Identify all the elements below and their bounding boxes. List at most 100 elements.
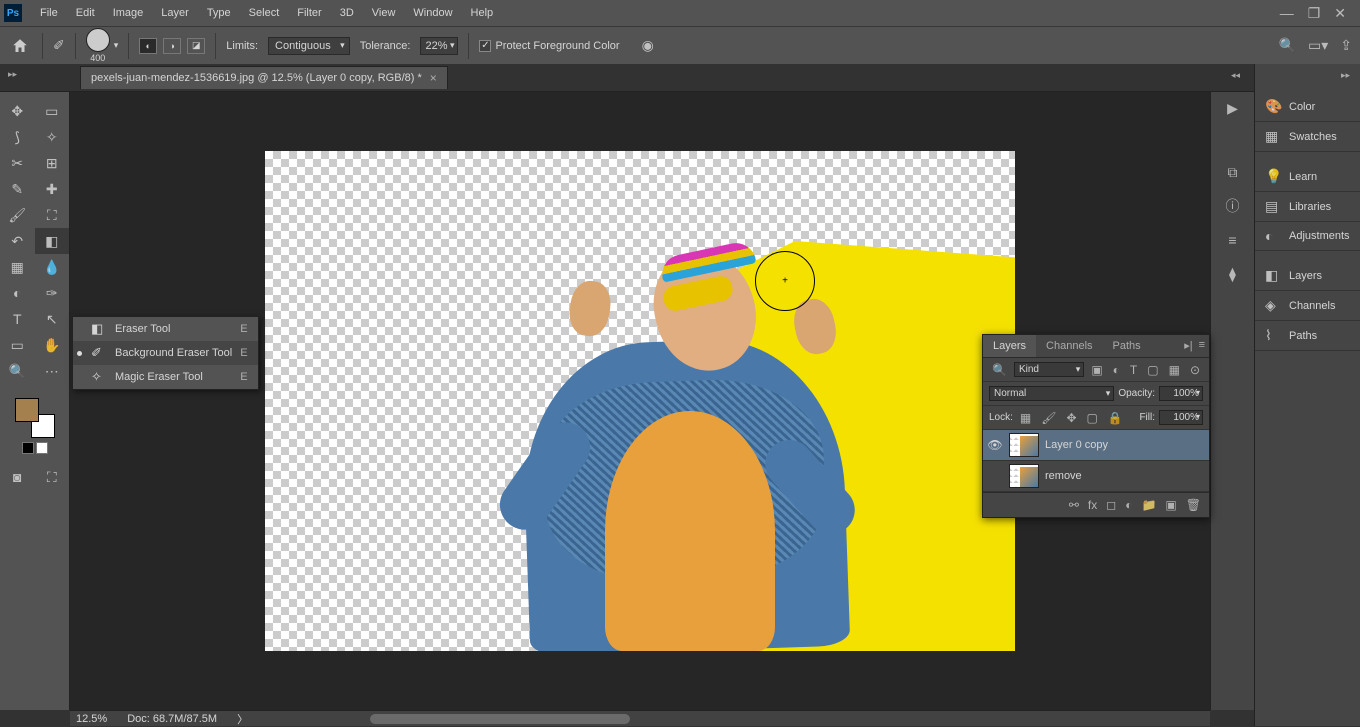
crop-tool[interactable]: ✂ xyxy=(0,150,35,176)
layer-row[interactable]: remove xyxy=(983,461,1209,492)
type-tool[interactable]: T xyxy=(0,306,35,332)
move-tool[interactable]: ✥ xyxy=(0,98,35,124)
zoom-level[interactable]: 12.5% xyxy=(76,713,107,725)
sampling-once-icon[interactable]: ◑ xyxy=(163,38,181,54)
info-icon[interactable]: ⓘ xyxy=(1221,194,1245,218)
layer-thumbnail[interactable] xyxy=(1009,433,1039,457)
lock-paint-icon[interactable]: 🖌 xyxy=(1038,411,1059,425)
play-icon[interactable]: ▶ xyxy=(1221,96,1245,120)
screenmode-tool[interactable]: ⛶ xyxy=(35,464,70,490)
limits-select[interactable]: Contiguous xyxy=(268,37,350,55)
eraser-tool[interactable]: ◧ xyxy=(35,228,70,254)
eyedropper-tool[interactable]: ✎ xyxy=(0,176,35,202)
layer-thumbnail[interactable] xyxy=(1009,464,1039,488)
lasso-tool[interactable]: ⟆ xyxy=(0,124,35,150)
panel-libraries[interactable]: ▤Libraries xyxy=(1255,192,1360,222)
rectangle-tool[interactable]: ▭ xyxy=(0,332,35,358)
stamp-tool[interactable]: ⛶ xyxy=(35,202,70,228)
menu-select[interactable]: Select xyxy=(241,3,288,23)
home-icon[interactable] xyxy=(8,34,32,58)
menu-file[interactable]: File xyxy=(32,3,66,23)
menu-image[interactable]: Image xyxy=(105,3,152,23)
expand-dock-icon[interactable]: ▸▸ xyxy=(8,69,17,80)
close-icon[interactable]: ✕ xyxy=(1334,5,1346,22)
menu-layer[interactable]: Layer xyxy=(153,3,197,23)
color-swatch[interactable] xyxy=(15,398,55,438)
current-tool-icon[interactable]: ✐ xyxy=(53,37,65,54)
collapse-dock-icon[interactable]: ▸▸ xyxy=(1341,70,1350,81)
brush-preset-picker[interactable]: 400 ▾ xyxy=(86,28,119,63)
swap-colors-icon[interactable] xyxy=(36,442,48,454)
flyout-eraser-tool[interactable]: ◧Eraser ToolE xyxy=(73,317,258,341)
minimize-icon[interactable]: — xyxy=(1280,5,1294,22)
marquee-tool[interactable]: ▭ xyxy=(35,98,70,124)
filter-shape-icon[interactable]: ▢ xyxy=(1144,363,1161,377)
layer-mask-icon[interactable]: ◻ xyxy=(1106,498,1116,512)
default-colors-icon[interactable] xyxy=(22,442,34,454)
lock-all-icon[interactable]: 🔒 xyxy=(1105,411,1126,425)
panel-color[interactable]: 🎨Color xyxy=(1255,92,1360,122)
menu-filter[interactable]: Filter xyxy=(289,3,329,23)
pressure-icon[interactable]: ◉ xyxy=(642,37,654,54)
styles-icon[interactable]: ⧫ xyxy=(1221,262,1245,286)
hand-tool[interactable]: ✋ xyxy=(35,332,70,358)
blend-mode-select[interactable]: Normal xyxy=(989,386,1114,401)
adjust-icon[interactable]: ≡ xyxy=(1221,228,1245,252)
panel-dock-icon[interactable]: ▸| xyxy=(1184,339,1192,352)
path-select-tool[interactable]: ↖ xyxy=(35,306,70,332)
panel-layers[interactable]: ◧Layers xyxy=(1255,261,1360,291)
quick-select-tool[interactable]: ✧ xyxy=(35,124,70,150)
panel-swatches[interactable]: ▦Swatches xyxy=(1255,122,1360,152)
new-layer-icon[interactable]: ▣ xyxy=(1165,498,1176,512)
heal-tool[interactable]: ✚ xyxy=(35,176,70,202)
sampling-swatch-icon[interactable]: ◪ xyxy=(187,38,205,54)
channels-tab[interactable]: Channels xyxy=(1036,335,1102,357)
menu-view[interactable]: View xyxy=(364,3,404,23)
frame-tool[interactable]: ⊞ xyxy=(35,150,70,176)
protect-fg-checkbox[interactable]: Protect Foreground Color xyxy=(479,40,619,52)
menu-window[interactable]: Window xyxy=(405,3,460,23)
lock-move-icon[interactable]: ✥ xyxy=(1063,411,1079,425)
panel-menu-icon[interactable]: ≡ xyxy=(1199,339,1205,352)
layer-filter-select[interactable]: Kind xyxy=(1014,362,1084,377)
filter-type-icon[interactable]: T xyxy=(1127,363,1140,377)
tolerance-input[interactable]: 22% xyxy=(420,37,458,55)
flyout-magic-eraser-tool[interactable]: ✧Magic Eraser ToolE xyxy=(73,365,258,389)
lock-trans-icon[interactable]: ▦ xyxy=(1017,411,1034,425)
fill-input[interactable]: 100% xyxy=(1159,410,1203,425)
restore-icon[interactable]: ❐ xyxy=(1308,5,1321,22)
panel-channels[interactable]: ◈Channels xyxy=(1255,291,1360,321)
search-icon[interactable]: 🔍 xyxy=(1279,37,1296,54)
lock-artboard-icon[interactable]: ▢ xyxy=(1084,411,1101,425)
scrollbar-thumb[interactable] xyxy=(370,714,630,724)
blur-tool[interactable]: 💧 xyxy=(35,254,70,280)
link-layers-icon[interactable]: ⚯ xyxy=(1069,498,1079,512)
group-icon[interactable]: 📁 xyxy=(1141,498,1156,512)
document-tab[interactable]: pexels-juan-mendez-1536619.jpg @ 12.5% (… xyxy=(80,66,448,89)
filter-toggle-icon[interactable]: ⊙ xyxy=(1187,363,1203,377)
doc-size[interactable]: Doc: 68.7M/87.5M xyxy=(127,713,217,725)
menu-3d[interactable]: 3D xyxy=(332,3,362,23)
dodge-tool[interactable]: ◐ xyxy=(0,280,35,306)
document-canvas[interactable] xyxy=(265,151,1015,651)
layers-tab[interactable]: Layers xyxy=(983,335,1036,357)
panel-paths[interactable]: ⌇Paths xyxy=(1255,321,1360,351)
status-chevron-icon[interactable]: 〉 xyxy=(237,711,248,727)
filter-pixel-icon[interactable]: ▣ xyxy=(1088,363,1105,377)
layer-row[interactable]: 👁 Layer 0 copy xyxy=(983,430,1209,461)
visibility-icon[interactable]: 👁 xyxy=(987,438,1003,452)
filter-smart-icon[interactable]: ▦ xyxy=(1166,363,1183,377)
pen-tool[interactable]: ✑ xyxy=(35,280,70,306)
filter-adjust-icon[interactable]: ◐ xyxy=(1110,363,1123,377)
delete-layer-icon[interactable]: 🗑 xyxy=(1186,498,1201,512)
edit-toolbar[interactable]: ⋯ xyxy=(35,358,70,384)
quickmask-tool[interactable]: ◙ xyxy=(0,464,35,490)
menu-type[interactable]: Type xyxy=(199,3,239,23)
sampling-continuous-icon[interactable]: ◐ xyxy=(139,38,157,54)
layer-fx-icon[interactable]: fx xyxy=(1088,498,1097,512)
expand-panels-icon[interactable]: ◂◂ xyxy=(1231,70,1240,81)
workspace-icon[interactable]: ▭▾ xyxy=(1308,37,1328,54)
gradient-tool[interactable]: ▦ xyxy=(0,254,35,280)
menu-help[interactable]: Help xyxy=(463,3,502,23)
histogram-icon[interactable]: ⧉ xyxy=(1221,160,1245,184)
